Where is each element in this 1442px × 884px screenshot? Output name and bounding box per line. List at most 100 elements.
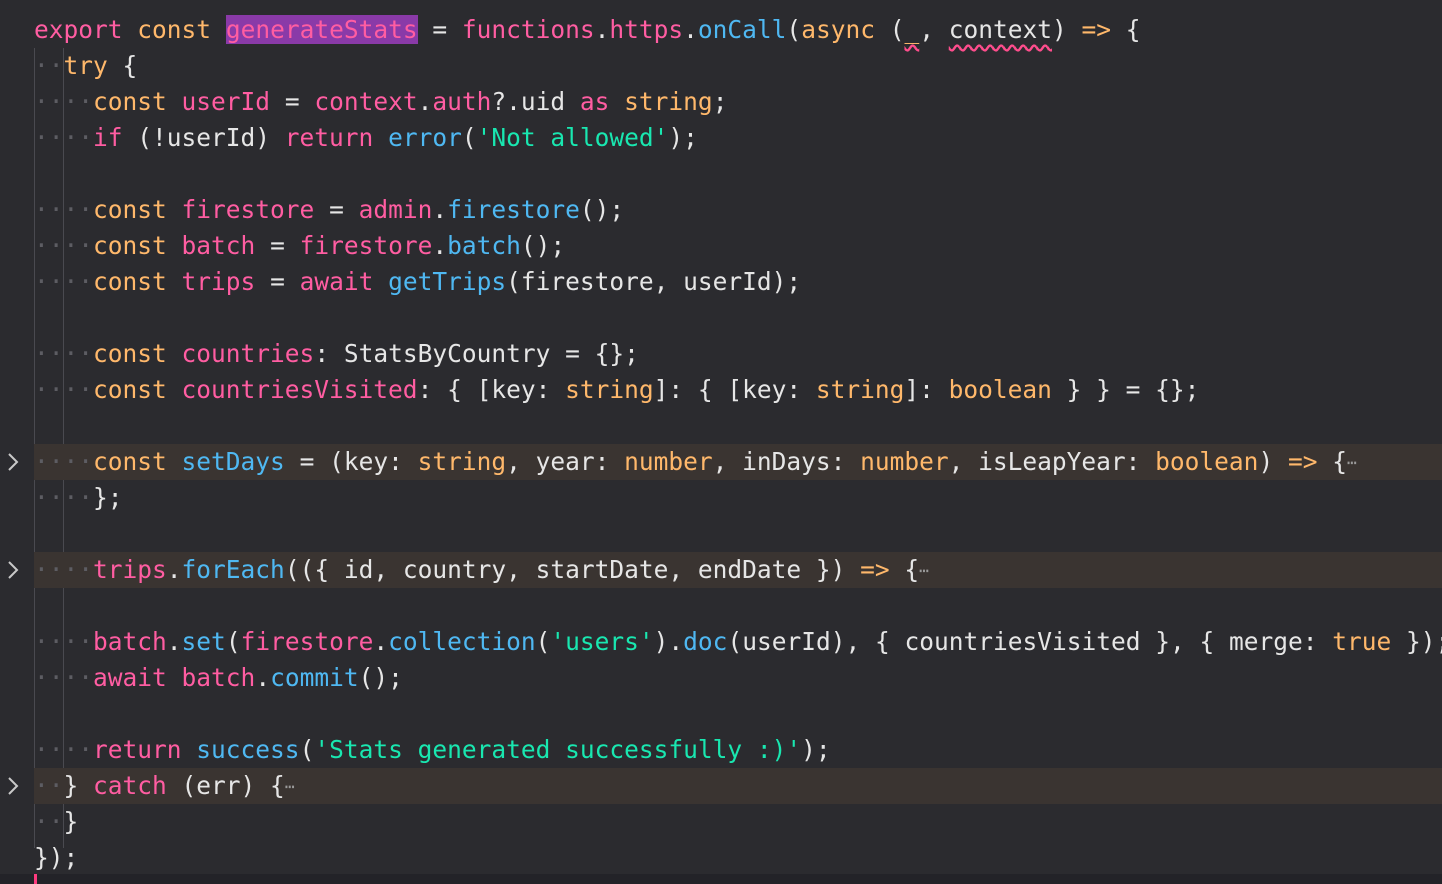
code-token: firestore (181, 195, 315, 224)
code-token: const (93, 447, 167, 476)
code-token: . (683, 15, 698, 44)
code-token: ]: { [key: (653, 375, 816, 404)
code-token: . (166, 555, 182, 584)
code-token: boolean (1155, 447, 1259, 476)
code-line[interactable]: export const generateStats = functions.h… (34, 12, 1442, 48)
code-line[interactable]: ····const firestore = admin.firestore(); (34, 192, 1442, 228)
code-token: batch (181, 231, 256, 260)
whitespace-marker: ·· (34, 771, 64, 800)
code-token: ); (801, 735, 831, 764)
whitespace-marker: ···· (34, 195, 94, 224)
code-token: string (565, 375, 654, 404)
code-token: }); (34, 843, 79, 872)
whitespace-marker: ···· (34, 375, 94, 404)
code-token: onCall (697, 15, 787, 44)
code-token: } (63, 771, 94, 800)
code-token: ?.uid (491, 87, 580, 116)
code-line[interactable]: ····const trips = await getTrips(firesto… (34, 264, 1442, 300)
code-token: { (107, 51, 138, 80)
code-token: ]: (904, 375, 949, 404)
code-token: , isLeapYear: (948, 447, 1156, 476)
code-token: (); (579, 195, 625, 224)
code-token: const (93, 339, 167, 368)
code-token: = (255, 231, 300, 260)
code-line[interactable]: }); (34, 840, 1442, 876)
code-token: return (93, 735, 182, 764)
code-line[interactable]: ····const batch = firestore.batch(); (34, 228, 1442, 264)
code-token: success (196, 735, 300, 764)
code-token: admin (358, 195, 433, 224)
code-token: ). (653, 627, 684, 656)
code-line[interactable] (34, 408, 1442, 444)
code-token: ( (225, 627, 241, 656)
code-token: => (860, 555, 890, 584)
code-line[interactable]: ····if (!userId) return error('Not allow… (34, 120, 1442, 156)
code-token: collection (388, 627, 536, 656)
code-token: (userId), { countriesVisited }, { merge: (727, 627, 1333, 656)
code-token: , year: (506, 447, 625, 476)
code-token: const (93, 231, 167, 260)
code-line[interactable]: ····const countriesVisited: { [key: stri… (34, 372, 1442, 408)
code-line[interactable]: ····const countries: StatsByCountry = {}… (34, 336, 1442, 372)
code-token: forEach (181, 555, 285, 584)
code-token: as (579, 87, 610, 116)
code-line[interactable] (34, 516, 1442, 552)
code-token: (!userId) (122, 123, 285, 152)
code-token: ; (712, 87, 728, 116)
code-token: = (255, 267, 300, 296)
code-token: . (255, 663, 271, 692)
whitespace-marker: ·· (34, 807, 64, 836)
code-line[interactable] (34, 300, 1442, 336)
whitespace-marker: ···· (34, 483, 94, 512)
code-token: countries (181, 339, 315, 368)
code-token: . (417, 87, 433, 116)
fold-chevron-right-icon[interactable] (2, 768, 24, 804)
fold-chevron-right-icon[interactable] (2, 444, 24, 480)
code-line[interactable] (34, 696, 1442, 732)
code-line[interactable]: ····const userId = context.auth?.uid as … (34, 84, 1442, 120)
code-token: . (432, 231, 448, 260)
code-line[interactable]: ····}; (34, 480, 1442, 516)
whitespace-marker: ···· (34, 447, 94, 476)
folded-code-line[interactable]: ··} catch (err) {⋯ (34, 768, 1442, 804)
code-token: https (609, 15, 684, 44)
code-line[interactable]: ····await batch.commit(); (34, 660, 1442, 696)
code-token: const (93, 195, 167, 224)
code-token: string (417, 447, 507, 476)
code-token: firestore (299, 231, 433, 260)
code-line[interactable] (34, 588, 1442, 624)
code-token: ); (668, 123, 698, 152)
code-token: , inDays: (712, 447, 861, 476)
code-token: return (284, 123, 374, 152)
code-token: set (181, 627, 226, 656)
whitespace-marker: ···· (34, 267, 94, 296)
code-line[interactable]: ··} (34, 804, 1442, 840)
whitespace-marker: ···· (34, 627, 94, 656)
code-line[interactable]: ····return success('Stats generated succ… (34, 732, 1442, 768)
code-token: commit (270, 663, 359, 692)
folded-code-line[interactable]: ····trips.forEach(({ id, country, startD… (34, 552, 1442, 588)
code-token: { (1111, 15, 1141, 44)
code-token: ( (299, 735, 315, 764)
code-token: 'Not allowed' (476, 123, 669, 152)
folded-code-line[interactable]: ····const setDays = (key: string, year: … (34, 444, 1442, 480)
fold-chevron-right-icon[interactable] (2, 552, 24, 588)
code-line[interactable] (34, 156, 1442, 192)
code-line[interactable]: ··try { (34, 48, 1442, 84)
code-token: ( (461, 123, 477, 152)
code-editor[interactable]: export const generateStats = functions.h… (0, 0, 1442, 884)
code-token: const (93, 267, 167, 296)
code-token: if (93, 123, 123, 152)
code-token: getTrips (388, 267, 507, 296)
whitespace-marker: ···· (34, 735, 94, 764)
code-token: firestore (447, 195, 580, 224)
whitespace-marker: ·· (34, 51, 64, 80)
code-token: . (373, 627, 389, 656)
code-line[interactable]: ····batch.set(firestore.collection('user… (34, 624, 1442, 660)
